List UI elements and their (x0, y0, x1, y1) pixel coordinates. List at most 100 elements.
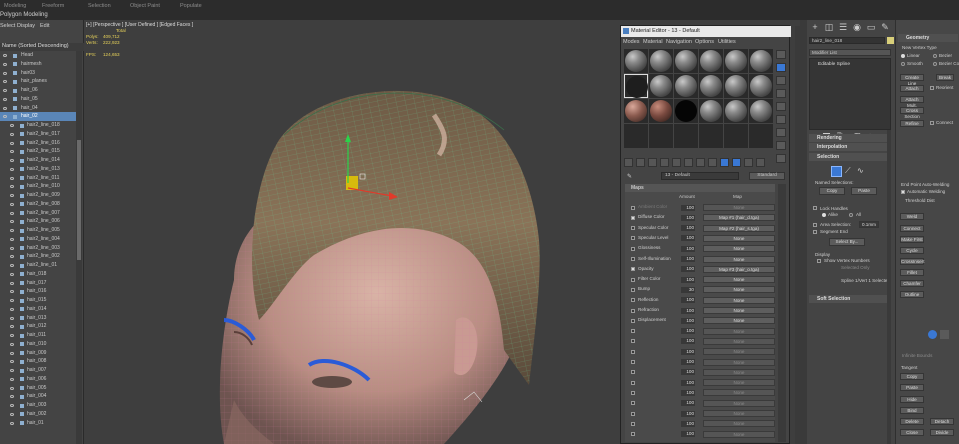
map-enable-checkbox[interactable] (631, 246, 635, 251)
delete-button[interactable]: Delete (900, 418, 924, 425)
visibility-eye-icon[interactable] (10, 360, 14, 364)
material-sample-slot[interactable] (624, 99, 648, 123)
map-amount-spinner[interactable]: 100 (681, 245, 695, 252)
map-amount-spinner[interactable]: 100 (681, 266, 695, 273)
material-sample-slot[interactable] (699, 49, 723, 73)
tree-row[interactable]: hair2_line_018 (0, 121, 76, 130)
visibility-eye-icon[interactable] (10, 395, 14, 399)
visibility-eye-icon[interactable] (10, 272, 14, 276)
backlight-icon[interactable] (776, 63, 786, 72)
visibility-eye-icon[interactable] (10, 307, 14, 311)
paste-selection-button[interactable]: Paste (851, 187, 877, 195)
tree-row[interactable]: hair_002 (0, 410, 76, 419)
show-end-result-icon[interactable] (732, 158, 741, 167)
map-amount-spinner[interactable]: 100 (681, 256, 695, 262)
tree-row[interactable]: hair2_line_002 (0, 252, 76, 261)
map-slot-button[interactable]: None (703, 317, 775, 325)
map-slot-button[interactable]: None (703, 389, 775, 397)
detach-button[interactable]: Detach (930, 418, 954, 425)
map-enable-checkbox[interactable] (631, 421, 635, 426)
crossinsert-button[interactable]: CrossInsert (900, 258, 925, 265)
visibility-eye-icon[interactable] (10, 202, 14, 206)
map-slot-button[interactable]: None (703, 204, 775, 211)
mated-menu-modes[interactable]: Modes (623, 39, 640, 45)
smooth-radio[interactable] (901, 62, 905, 66)
visibility-eye-icon[interactable] (3, 80, 7, 84)
map-enable-checkbox[interactable] (631, 349, 635, 354)
material-id-icon[interactable] (708, 158, 717, 167)
object-color-swatch[interactable] (887, 37, 894, 44)
tree-row[interactable]: hair_010 (0, 340, 76, 349)
box-display-icon[interactable] (940, 330, 949, 339)
visibility-eye-icon[interactable] (10, 141, 14, 145)
visibility-eye-icon[interactable] (10, 150, 14, 154)
attach-mult-button[interactable]: Attach Mult. (900, 96, 924, 108)
visibility-eye-icon[interactable] (10, 369, 14, 372)
map-enable-checkbox[interactable] (631, 308, 635, 313)
map-slot-button[interactable]: None (703, 410, 775, 417)
bezier-corner-radio[interactable] (933, 62, 937, 66)
map-amount-spinner[interactable]: 30 (681, 286, 695, 293)
eyedropper-icon[interactable]: ✎ (627, 173, 632, 180)
map-enable-checkbox[interactable] (631, 329, 635, 334)
rendering-rollout[interactable]: Rendering (809, 134, 891, 142)
cross-section-button[interactable]: Cross Section (900, 107, 924, 119)
tree-row[interactable]: hair2_line_005 (0, 226, 76, 235)
tree-row[interactable]: hair2_line_016 (0, 139, 76, 148)
map-enable-checkbox[interactable] (631, 287, 635, 292)
visibility-eye-icon[interactable] (10, 404, 14, 407)
connect-button[interactable]: Connect (900, 225, 924, 232)
material-sample-slot[interactable] (749, 99, 773, 123)
explorer-column-header[interactable]: Name (Sorted Descending) (0, 43, 84, 51)
tree-row[interactable]: hairmesh (0, 60, 76, 69)
map-enable-checkbox[interactable] (631, 226, 635, 231)
refine-button[interactable]: Refine (900, 120, 924, 127)
cycle-button[interactable]: Cycle (900, 247, 924, 254)
material-sample-slot[interactable] (674, 124, 698, 148)
map-enable-checkbox[interactable] (631, 205, 635, 210)
linear-radio[interactable] (901, 54, 905, 58)
go-forward-icon[interactable] (756, 158, 765, 167)
visibility-eye-icon[interactable] (3, 89, 7, 92)
map-slot-button[interactable]: None (703, 307, 775, 314)
vertex-subobject-icon[interactable] (831, 166, 842, 177)
map-slot-button[interactable]: Map #2 (hair_s.tga) (703, 224, 775, 232)
tree-row[interactable]: hair2_line_003 (0, 244, 76, 253)
motion-tab-icon[interactable]: ◉ (852, 22, 862, 32)
create-line-button[interactable]: Create Line (900, 74, 924, 86)
material-sample-slot[interactable] (699, 99, 723, 123)
visibility-eye-icon[interactable] (10, 299, 14, 302)
get-material-icon[interactable] (624, 158, 633, 167)
connect-checkbox[interactable] (930, 121, 934, 125)
select-by-material-icon[interactable] (776, 141, 786, 150)
tree-row[interactable]: hair_006 (0, 375, 76, 384)
tree-row[interactable]: hair2_line_011 (0, 174, 76, 183)
visibility-eye-icon[interactable] (10, 194, 14, 197)
map-amount-spinner[interactable]: 100 (681, 328, 695, 335)
tree-row[interactable]: hair_01 (0, 419, 76, 428)
tree-row[interactable]: hair_04 (0, 104, 76, 113)
map-amount-spinner[interactable]: 100 (681, 400, 695, 407)
map-slot-button[interactable]: None (703, 379, 775, 387)
map-amount-spinner[interactable]: 100 (681, 348, 695, 355)
map-enable-checkbox[interactable] (631, 267, 635, 272)
copy-material-icon[interactable] (672, 158, 681, 167)
map-enable-checkbox[interactable] (631, 401, 635, 406)
outline-button[interactable]: Outline (900, 291, 924, 298)
material-sample-slot[interactable] (674, 49, 698, 73)
visibility-eye-icon[interactable] (10, 316, 14, 320)
mated-menu-options[interactable]: Options (695, 39, 714, 45)
tree-row[interactable]: hair_05 (0, 95, 76, 104)
map-enable-checkbox[interactable] (631, 339, 635, 344)
ribbon-tab-modeling[interactable]: Modeling (4, 3, 26, 12)
visibility-eye-icon[interactable] (10, 229, 14, 232)
tree-row[interactable]: hair2_line_013 (0, 165, 76, 174)
map-slot-button[interactable]: None (703, 327, 775, 335)
map-slot-button[interactable]: None (703, 368, 775, 376)
material-sample-slot[interactable] (724, 124, 748, 148)
material-sample-slot[interactable] (749, 49, 773, 73)
map-enable-checkbox[interactable] (631, 257, 635, 261)
assign-material-icon[interactable] (648, 158, 657, 167)
tree-row[interactable]: hair_015 (0, 296, 76, 305)
material-sample-slot[interactable] (749, 124, 773, 148)
